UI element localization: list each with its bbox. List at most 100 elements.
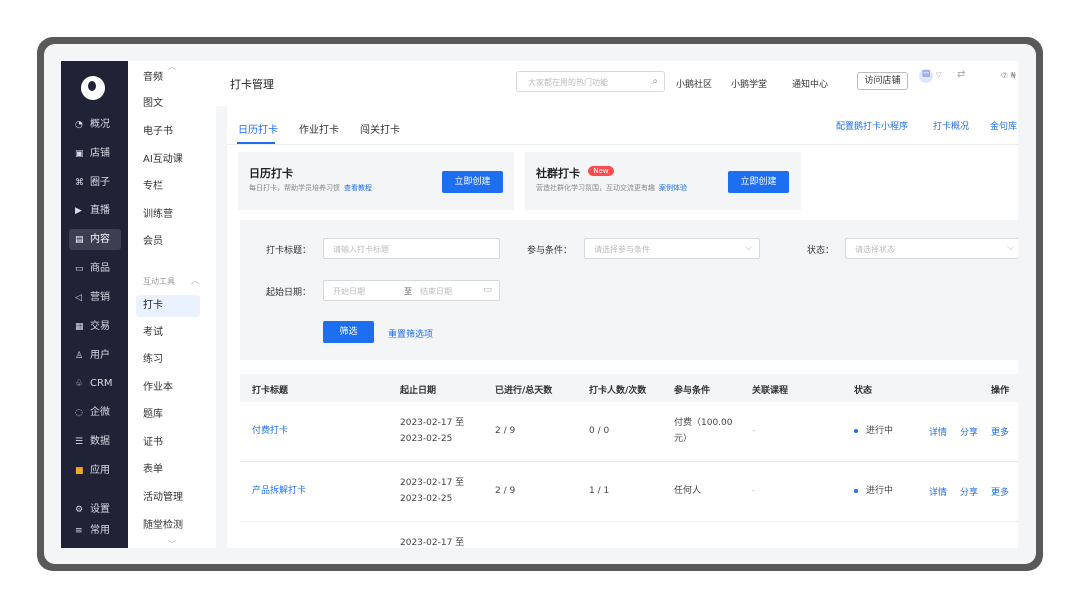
rail-item-trade[interactable]: ▦ 交易 bbox=[69, 316, 121, 337]
community-link[interactable]: 小鹅社区 bbox=[676, 77, 712, 90]
col-status: 状态 bbox=[854, 386, 873, 396]
table-row: 产品拆解打卡 2023-02-17 至 2023-02-25 2 / 9 1 /… bbox=[240, 462, 1018, 522]
avatar[interactable]: ▤ bbox=[919, 69, 933, 83]
switch-icon[interactable]: ⇄ bbox=[957, 69, 965, 80]
rail-item-content[interactable]: ▤ 内容 bbox=[69, 229, 121, 250]
visit-store-button[interactable]: 访问店铺 bbox=[857, 72, 908, 90]
menu-item[interactable]: 题库 bbox=[136, 404, 200, 426]
chevron-down-icon[interactable]: ﹀ bbox=[168, 539, 176, 548]
search-input[interactable]: 大家都在用的热门功能 ⌕ bbox=[516, 71, 665, 92]
quote-library-link[interactable]: 金句库 bbox=[990, 119, 1017, 132]
rail-item-wecom[interactable]: ◌ 企微 bbox=[69, 402, 121, 423]
create-button[interactable]: 立即创建 bbox=[442, 171, 503, 193]
sub-menu: ︿ 音频 图文 电子书 AI互动课 专栏 训练营 会员 互动工具 ︿ 打卡 考试… bbox=[128, 61, 216, 548]
row-title-link[interactable]: 产品拆解打卡 bbox=[252, 484, 306, 499]
menu-item[interactable]: 图文 bbox=[136, 93, 200, 115]
chevron-down-icon: ⌵ bbox=[745, 243, 752, 253]
page-title: 打卡管理 bbox=[230, 78, 274, 91]
reset-filters-link[interactable]: 重置筛选项 bbox=[388, 327, 433, 340]
card-title: 社群打卡 bbox=[536, 167, 580, 180]
rail-item-goods[interactable]: ▭ 商品 bbox=[69, 258, 121, 279]
menu-item[interactable]: 证书 bbox=[136, 432, 200, 454]
checkin-overview-link[interactable]: 打卡概况 bbox=[933, 119, 969, 132]
view-tutorial-link[interactable]: 查看教程 bbox=[344, 184, 372, 192]
data-icon: ☰ bbox=[75, 437, 84, 447]
filter-date-label: 起始日期： bbox=[266, 288, 312, 298]
gear-icon: ⚙ bbox=[75, 505, 84, 515]
menu-item[interactable]: 电子书 bbox=[136, 121, 200, 143]
rail-item-circle[interactable]: ⌘ 圈子 bbox=[69, 172, 121, 193]
menu-item[interactable]: 练习 bbox=[136, 349, 200, 371]
condition-select[interactable]: 请选择参与条件 ⌵ bbox=[584, 238, 760, 259]
col-condition: 参与条件 bbox=[674, 386, 711, 396]
rail-item-apps[interactable]: ■ 应用 bbox=[69, 460, 121, 481]
menu-item[interactable]: 音频 bbox=[136, 67, 200, 89]
chevron-down-icon[interactable]: ▽ bbox=[936, 71, 941, 79]
filter-status-label: 状态： bbox=[807, 246, 835, 256]
tab-calendar-checkin[interactable]: 日历打卡 bbox=[238, 121, 278, 136]
create-button[interactable]: 立即创建 bbox=[728, 171, 789, 193]
share-link[interactable]: 分享 bbox=[960, 485, 978, 498]
col-count: 打卡人数/次数 bbox=[589, 386, 647, 396]
rail-item-users[interactable]: ♙ 用户 bbox=[69, 345, 121, 366]
card-desc: 营造社群化学习氛围，互动交流更有趣 案例体验 bbox=[536, 184, 687, 192]
share-link[interactable]: 分享 bbox=[960, 425, 978, 438]
rail-item-marketing[interactable]: ◁ 营销 bbox=[69, 287, 121, 308]
notification-link[interactable]: 通知中心 bbox=[792, 77, 828, 90]
status-select[interactable]: 请选择状态 ⌵ bbox=[845, 238, 1018, 259]
menu-item[interactable]: 训练营 bbox=[136, 204, 200, 226]
config-miniprogram-link[interactable]: 配置鹅打卡小程序 bbox=[836, 119, 908, 132]
list-icon: ≡ bbox=[75, 526, 83, 536]
detail-link[interactable]: 详情 bbox=[929, 425, 947, 438]
help-icon[interactable]: ⑦ ₦ bbox=[1001, 71, 1016, 80]
menu-item[interactable]: 随堂检测 bbox=[136, 515, 200, 537]
menu-item[interactable]: 活动管理 bbox=[136, 487, 200, 509]
case-experience-link[interactable]: 案例体验 bbox=[659, 184, 687, 192]
rail-item-data[interactable]: ☰ 数据 bbox=[69, 431, 121, 452]
more-link[interactable]: 更多 bbox=[991, 425, 1009, 438]
menu-item[interactable]: 专栏 bbox=[136, 176, 200, 198]
store-icon: ▣ bbox=[75, 149, 84, 159]
rail-item-crm[interactable]: ♧ CRM bbox=[69, 373, 121, 394]
chevron-down-icon: ⌵ bbox=[1007, 243, 1014, 253]
filter-cond-label: 参与条件： bbox=[527, 246, 573, 256]
row-condition: 付费（100.00 bbox=[674, 418, 733, 428]
table-row: 付费打卡 2023-02-17 至 2023-02-25 2 / 9 0 / 0… bbox=[240, 402, 1018, 462]
search-placeholder: 大家都在用的热门功能 bbox=[528, 78, 608, 87]
rail-item-settings[interactable]: ⚙ 设置 bbox=[69, 499, 121, 520]
col-dates: 起止日期 bbox=[400, 386, 437, 396]
detail-link[interactable]: 详情 bbox=[929, 485, 947, 498]
menu-item[interactable]: 考试 bbox=[136, 322, 200, 344]
user-icon: ♙ bbox=[75, 351, 84, 361]
crm-icon: ♧ bbox=[75, 379, 84, 389]
rail-item-overview[interactable]: ◔ 概况 bbox=[69, 114, 121, 135]
rail-item-live[interactable]: ▶ 直播 bbox=[69, 200, 121, 221]
row-title-link[interactable]: 付费打卡 bbox=[252, 424, 288, 439]
chevron-up-icon[interactable]: ︿ bbox=[191, 275, 199, 286]
tab-divider bbox=[227, 144, 1018, 145]
calendar-icon: ▭ bbox=[483, 285, 492, 295]
rail-item-store[interactable]: ▣ 店铺 bbox=[69, 143, 121, 164]
tab-homework-checkin[interactable]: 作业打卡 bbox=[299, 121, 339, 136]
menu-item-checkin[interactable]: 打卡 bbox=[136, 295, 200, 317]
status-badge: 进行中 bbox=[854, 424, 893, 439]
row-date-start: 2023-02-17 至 bbox=[400, 418, 465, 428]
search-icon[interactable]: ⌕ bbox=[652, 76, 658, 87]
row-count: 1 / 1 bbox=[589, 486, 610, 496]
new-badge: New bbox=[588, 166, 614, 176]
menu-item[interactable]: 表单 bbox=[136, 459, 200, 481]
card-title: 日历打卡 bbox=[249, 167, 293, 180]
menu-item[interactable]: 作业本 bbox=[136, 377, 200, 399]
academy-link[interactable]: 小鹅学堂 bbox=[731, 77, 767, 90]
rail-item-common[interactable]: ≡ 常用 bbox=[69, 520, 121, 541]
menu-group-label: 互动工具 bbox=[143, 277, 175, 286]
filter-button[interactable]: 筛选 bbox=[323, 321, 374, 343]
menu-item[interactable]: 会员 bbox=[136, 231, 200, 253]
date-range-picker[interactable]: 开始日期 至 结束日期 ▭ bbox=[323, 280, 500, 301]
menu-item[interactable]: AI互动课 bbox=[136, 149, 200, 171]
tab-level-checkin[interactable]: 闯关打卡 bbox=[360, 121, 400, 136]
row-course: - bbox=[752, 426, 756, 436]
more-link[interactable]: 更多 bbox=[991, 485, 1009, 498]
title-input[interactable]: 请输入打卡标题 bbox=[323, 238, 500, 259]
top-bar: 打卡管理 大家都在用的热门功能 ⌕ 小鹅社区 小鹅学堂 通知中心 访问店铺 ▤ … bbox=[216, 61, 1018, 106]
